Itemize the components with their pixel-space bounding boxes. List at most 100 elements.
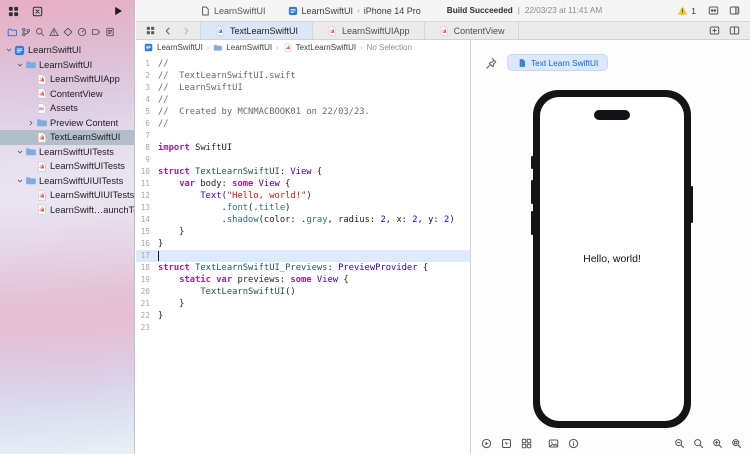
code-line[interactable]: 8 import SwiftUI <box>136 142 470 154</box>
tab-label: LearnSwiftUIApp <box>342 25 410 36</box>
scheme-selector[interactable]: LearnSwiftUI › iPhone 14 Pro <box>288 6 421 16</box>
line-number: 13 <box>140 203 150 212</box>
jump-bar: LearnSwiftUI › LearnSwiftUI › TextLearnSwift… <box>136 40 470 55</box>
run-destination[interactable]: iPhone 14 Pro <box>364 6 421 16</box>
navigator-tab-reports-icon[interactable] <box>105 27 115 37</box>
code-line[interactable]: 9 <box>136 154 470 166</box>
chevron-down-icon[interactable] <box>15 148 25 156</box>
breadcrumb-item[interactable]: LearnSwiftUI <box>157 43 203 52</box>
file-tree-item[interactable]: LearnSwiftUI <box>0 58 134 73</box>
file-tree-item[interactable]: Assets <box>0 101 134 116</box>
grid-icon[interactable] <box>8 6 19 17</box>
editor-layout-icon[interactable] <box>708 5 719 16</box>
warning-icon <box>677 5 688 16</box>
breadcrumb-item[interactable]: LearnSwiftUI <box>226 43 272 52</box>
inspector-toggle-icon[interactable] <box>729 5 740 16</box>
warning-badge[interactable]: 1 <box>677 5 696 16</box>
navigator-tab-breakpoints-icon[interactable] <box>91 27 101 37</box>
file-tree-item[interactable]: TextLearnSwiftUI <box>0 130 134 145</box>
file-tree-item[interactable]: LearnSwiftUITests <box>0 145 134 160</box>
zoom-out-icon[interactable] <box>674 438 685 449</box>
code-line[interactable]: 6 // <box>136 118 470 130</box>
zoom-actual-icon[interactable] <box>693 438 704 449</box>
code-line[interactable]: 17 <box>136 250 470 262</box>
warning-count: 1 <box>691 5 696 16</box>
code-line[interactable]: 16} <box>136 238 470 250</box>
line-number: 19 <box>140 275 150 284</box>
line-content: // Created by MCNMACBOOK01 on 22/03/23. <box>158 107 370 117</box>
breadcrumb-separator: › <box>276 43 279 52</box>
file-tree-item[interactable]: LearnSwiftUIApp <box>0 72 134 87</box>
file-tree-item[interactable]: LearnSwiftUITests <box>0 159 134 174</box>
code-line[interactable]: 20 TextLearnSwiftUI() <box>136 286 470 298</box>
close-window-icon[interactable] <box>32 6 43 17</box>
live-preview-icon[interactable] <box>481 438 492 449</box>
iphone-screen[interactable]: Hello, world! <box>540 97 684 421</box>
selectable-mode-icon[interactable] <box>501 438 512 449</box>
device-settings-icon[interactable] <box>568 438 579 449</box>
line-number: 21 <box>140 299 150 308</box>
scheme-name[interactable]: LearnSwiftUI <box>302 6 354 16</box>
code-line[interactable]: 11 var body: some View { <box>136 178 470 190</box>
navigator-tab-search-icon[interactable] <box>35 27 45 37</box>
editor-tab[interactable]: LearnSwiftUIApp <box>312 22 425 39</box>
code-line[interactable]: 2 // TextLearnSwiftUI.swift <box>136 70 470 82</box>
file-tree-item[interactable]: LearnSwiftUI <box>0 43 134 58</box>
code-editor[interactable]: 1 // 2 // TextLearnSwiftUI.swift 3 // LearnSw… <box>136 55 470 454</box>
file-tree-item[interactable]: Preview Content <box>0 116 134 131</box>
code-line[interactable]: 10 struct TextLearnSwiftUI: View { <box>136 166 470 178</box>
code-line[interactable]: 21 } <box>136 298 470 310</box>
file-tree-item[interactable]: LearnSwiftUIUITests <box>0 188 134 203</box>
split-editor-icon[interactable] <box>729 25 740 36</box>
navigator-tab-issues-icon[interactable] <box>49 27 59 37</box>
back-icon[interactable] <box>163 26 173 36</box>
preview-target-button[interactable]: Text Learn SwiftUI <box>507 54 609 71</box>
code-line[interactable]: 15 } <box>136 226 470 238</box>
file-tree-item[interactable]: LearnSwift…aunchTests <box>0 203 134 218</box>
code-line[interactable]: 13 .font(.title) <box>136 202 470 214</box>
add-editor-icon[interactable] <box>709 25 720 36</box>
folder-file-icon <box>25 146 36 157</box>
breadcrumb-item[interactable]: No Selection <box>367 43 412 52</box>
file-tree-item[interactable]: ContentView <box>0 87 134 102</box>
code-line[interactable]: 7 <box>136 130 470 142</box>
pin-icon[interactable] <box>485 57 497 69</box>
code-line[interactable]: 23 <box>136 322 470 334</box>
editor-tab[interactable]: ContentView <box>423 22 520 39</box>
line-content: var body: some View { <box>179 179 291 189</box>
chevron-right-icon[interactable] <box>26 119 36 127</box>
canvas-toolbar <box>481 438 742 449</box>
code-line[interactable]: 1 // <box>136 58 470 70</box>
code-line[interactable]: 4 // <box>136 94 470 106</box>
code-line[interactable]: 22} <box>136 310 470 322</box>
color-scheme-icon[interactable] <box>548 438 559 449</box>
forward-icon[interactable] <box>181 26 191 36</box>
code-line[interactable]: 5 // Created by MCNMACBOOK01 on 22/03/23. <box>136 106 470 118</box>
file-name: LearnSwiftUITests <box>39 146 114 157</box>
chevron-down-icon[interactable] <box>4 46 14 54</box>
chevron-down-icon[interactable] <box>15 61 25 69</box>
chevron-down-icon[interactable] <box>15 177 25 185</box>
code-line[interactable]: 12 Text("Hello, world!") <box>136 190 470 202</box>
swift-file-icon <box>36 204 47 215</box>
code-line[interactable]: 18 struct TextLearnSwiftUI_Previews: Prev… <box>136 262 470 274</box>
file-tree-item[interactable]: LearnSwiftUIUITests <box>0 174 134 189</box>
swift-file-icon <box>36 132 47 143</box>
related-items-icon[interactable] <box>146 26 155 35</box>
navigator-tab-tests-icon[interactable] <box>63 27 73 37</box>
zoom-in-icon[interactable] <box>712 438 723 449</box>
variants-icon[interactable] <box>521 438 532 449</box>
preview-doc-icon <box>517 58 527 68</box>
code-line[interactable]: 3 // LearnSwiftUI <box>136 82 470 94</box>
document-icon <box>200 6 210 16</box>
run-button[interactable] <box>112 5 124 17</box>
code-line[interactable]: 14 .shadow(color: .gray, radius: 2, x: 2… <box>136 214 470 226</box>
navigator-tab-source-control-icon[interactable] <box>21 27 31 37</box>
breadcrumb-item[interactable]: TextLearnSwiftUI <box>296 43 356 52</box>
code-line[interactable]: 19 static var previews: some View { <box>136 274 470 286</box>
preview-canvas: Text Learn SwiftUI Hello, world! <box>471 40 750 454</box>
editor-tab[interactable]: TextLearnSwiftUI <box>200 22 314 39</box>
zoom-fit-icon[interactable] <box>731 438 742 449</box>
navigator-tab-project-icon[interactable] <box>7 27 17 37</box>
navigator-tab-debug-icon[interactable] <box>77 27 87 37</box>
